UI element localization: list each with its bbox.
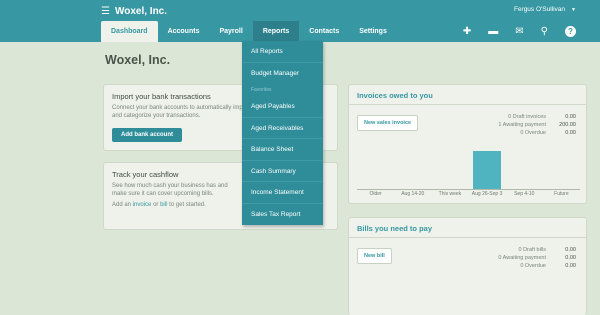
x-tick-label: This week <box>438 191 462 197</box>
org-switcher[interactable]: ☰ Woxel, Inc. <box>101 4 167 18</box>
x-tick-label: Sep 4-10 <box>514 191 535 197</box>
or-text: or <box>153 202 159 208</box>
menu-item-aged-receivables[interactable]: Aged Receivables <box>242 118 323 139</box>
stat-value: 0.00 <box>565 247 576 253</box>
plus-icon[interactable]: ✚ <box>463 26 471 37</box>
chevron-down-icon: ▼ <box>571 6 576 13</box>
stat-row[interactable]: 0 Draft bills 0.00 <box>498 246 576 254</box>
stat-row[interactable]: 0 Overdue 0.00 <box>498 129 576 137</box>
bill-stats: 0 Draft bills 0.00 0 Awaiting payment 0.00… <box>498 246 576 270</box>
bill-link[interactable]: bill <box>160 202 167 208</box>
stat-label: 0 Awaiting payment <box>498 255 546 261</box>
menu-item-balance-sheet[interactable]: Balance Sheet <box>242 139 323 161</box>
stat-value: 0.00 <box>565 114 576 120</box>
stat-value: 200.00 <box>559 122 576 128</box>
stat-label: 0 Draft bills <box>518 247 546 253</box>
invoices-chart: Older Aug 14-20 This week Aug 26-Sep 3 Sep 4… <box>357 149 580 199</box>
x-tick-label: Future <box>554 191 569 197</box>
menu-item-aged-payables[interactable]: Aged Payables <box>242 96 323 118</box>
tab-payroll[interactable]: Payroll <box>209 21 252 42</box>
stat-row[interactable]: 1 Awaiting payment 200.00 <box>498 121 576 129</box>
new-bill-button[interactable]: New bill <box>357 248 392 264</box>
menu-item-sales-tax-report[interactable]: Sales Tax Report <box>242 204 323 226</box>
menu-item-cash-summary[interactable]: Cash Summary <box>242 161 323 182</box>
page-title: Woxel, Inc. <box>105 53 171 67</box>
menu-icon: ☰ <box>101 5 110 17</box>
x-tick-label: Aug 14-20 <box>401 191 425 197</box>
add-bank-account-button[interactable]: Add bank account <box>112 128 183 142</box>
favorites-section-label: Favorites <box>251 87 272 93</box>
stat-row[interactable]: 0 Awaiting payment 0.00 <box>498 254 576 262</box>
stat-label: 0 Overdue <box>520 263 546 269</box>
stat-label: 0 Overdue <box>520 130 546 136</box>
new-sales-invoice-button[interactable]: New sales invoice <box>357 115 419 131</box>
tab-dashboard[interactable]: Dashboard <box>101 21 158 42</box>
user-menu[interactable]: Fergus O'Sullivan ▼ <box>514 6 576 13</box>
menu-item-budget-manager[interactable]: Budget Manager <box>242 63 323 85</box>
menu-item-all-reports[interactable]: All Reports <box>242 41 323 63</box>
bills-title[interactable]: Bills you need to pay <box>349 218 586 238</box>
stat-value: 0.00 <box>565 263 576 269</box>
x-tick-label: Aug 26-Sep 3 <box>471 191 503 197</box>
toolbar-icons: ✚ ▬ ✉ ⚲ ? <box>463 24 576 39</box>
tab-accounts[interactable]: Accounts <box>158 21 210 42</box>
chart-bar[interactable] <box>473 151 502 189</box>
user-name: Fergus O'Sullivan <box>513 6 566 13</box>
invoice-link[interactable]: invoice <box>133 202 152 208</box>
tab-contacts[interactable]: Contacts <box>299 21 349 42</box>
reports-dropdown: All Reports Budget Manager Favorites Age… <box>242 41 323 225</box>
stat-value: 0.00 <box>565 130 576 136</box>
stat-value: 0.00 <box>565 255 576 261</box>
import-text: Connect your bank accounts to automatica… <box>112 105 250 119</box>
menu-item-income-statement[interactable]: Income Statement <box>242 182 323 204</box>
top-bar: ☰ Woxel, Inc. Fergus O'Sullivan ▼ Dashbo… <box>0 0 600 42</box>
invoice-stats: 0 Draft invoices 0.00 1 Awaiting payment 2… <box>498 113 576 137</box>
org-name: Woxel, Inc. <box>114 5 168 17</box>
folder-icon[interactable]: ▬ <box>488 26 498 37</box>
mail-icon[interactable]: ✉ <box>515 26 523 37</box>
tab-reports[interactable]: Reports <box>252 21 300 42</box>
stat-row[interactable]: 0 Overdue 0.00 <box>498 262 576 270</box>
bills-card: Bills you need to pay New bill 0 Draft b… <box>348 217 587 315</box>
stat-label: 1 Awaiting payment <box>498 122 546 128</box>
main-nav: Dashboard Accounts Payroll Reports Conta… <box>101 21 397 42</box>
tab-settings[interactable]: Settings <box>349 21 397 42</box>
search-icon[interactable]: ⚲ <box>541 26 548 37</box>
stat-label: 0 Draft invoices <box>508 114 546 120</box>
stat-row[interactable]: 0 Draft invoices 0.00 <box>498 113 576 121</box>
chart-baseline <box>357 189 580 190</box>
help-icon[interactable]: ? <box>565 26 576 37</box>
invoices-card: Invoices owed to you New sales invoice 0… <box>348 84 587 204</box>
add-prefix: Add an <box>112 202 132 208</box>
invoices-title[interactable]: Invoices owed to you <box>349 85 586 105</box>
add-suffix: to get started. <box>169 202 206 208</box>
x-tick-label: Older <box>369 191 382 197</box>
track-text: See how much cash your business has and … <box>112 183 228 197</box>
